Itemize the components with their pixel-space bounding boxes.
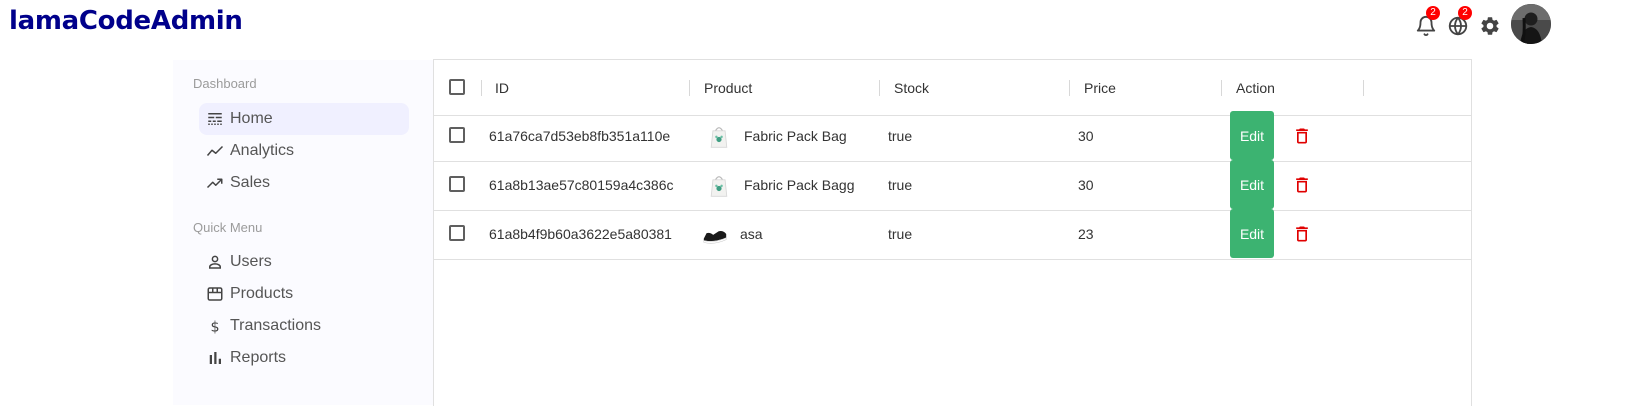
sidebar-item-sales[interactable]: Sales [199, 167, 409, 199]
edit-button[interactable]: Edit [1230, 209, 1274, 258]
row-id: 61a8b4f9b60a3622e5a80381 [489, 225, 672, 242]
sidebar-item-label: Transactions [230, 317, 321, 334]
column-header-action[interactable]: Action [1236, 60, 1275, 115]
dollar-icon: $ [206, 317, 224, 335]
row-id: 61a76ca7d53eb8fb351a110e [489, 127, 671, 144]
column-header-id[interactable]: ID [495, 60, 509, 115]
language-button[interactable]: 2 [1447, 6, 1472, 37]
column-separator[interactable] [1069, 80, 1070, 96]
timeline-icon [206, 142, 224, 160]
sidebar-item-analytics[interactable]: Analytics [199, 135, 409, 167]
row-stock: true [888, 127, 913, 144]
sidebar-item-label: Users [230, 253, 272, 270]
delete-icon[interactable] [1292, 174, 1312, 196]
avatar[interactable] [1511, 4, 1551, 44]
sidebar-item-label: Reports [230, 349, 287, 366]
row-stock: true [888, 225, 913, 242]
row-product: Fabric Pack Bag [704, 110, 847, 161]
sidebar-item-users[interactable]: Users [199, 246, 409, 278]
product-name: Fabric Pack Bagg [744, 176, 855, 193]
sidebar: Dashboard Home Analytics Sales Quick Men… [173, 60, 433, 405]
table-row[interactable]: 61a76ca7d53eb8fb351a110e Fabric Pack Bag… [434, 110, 1471, 162]
storefront-icon [206, 285, 224, 303]
column-separator[interactable] [689, 80, 690, 96]
column-header-product[interactable]: Product [704, 60, 752, 115]
trending-up-icon [206, 174, 224, 192]
notifications-badge: 2 [1426, 6, 1440, 20]
edit-button[interactable]: Edit [1230, 160, 1274, 209]
sidebar-item-home[interactable]: Home [199, 103, 409, 135]
column-separator[interactable] [1363, 80, 1364, 96]
language-badge: 2 [1458, 6, 1472, 20]
row-checkbox[interactable] [449, 225, 465, 241]
row-product: asa [700, 208, 763, 259]
grid-header: ID Product Stock Price Action [434, 60, 1471, 116]
product-bag-image [704, 121, 734, 151]
row-checkbox[interactable] [449, 176, 465, 192]
row-stock: true [888, 176, 913, 193]
sidebar-item-label: Products [230, 285, 294, 302]
bar-chart-icon [206, 349, 224, 367]
edit-button[interactable]: Edit [1230, 111, 1274, 160]
product-name: asa [740, 225, 763, 242]
sidebar-item-products[interactable]: Products [199, 278, 409, 310]
settings-button[interactable] [1479, 15, 1501, 37]
product-shoe-image [700, 219, 730, 249]
sidebar-section-title-dashboard: Dashboard [193, 76, 257, 91]
line-style-icon [206, 110, 224, 128]
product-bag-image [704, 170, 734, 200]
table-row[interactable]: 61a8b13ae57c80159a4c386c Fabric Pack Bag… [434, 159, 1471, 211]
sidebar-section-title-quick-menu: Quick Menu [193, 220, 263, 235]
app-logo[interactable]: lamaCodeAdmin [9, 6, 243, 36]
sidebar-item-transactions[interactable]: $ Transactions [199, 310, 409, 342]
column-header-stock[interactable]: Stock [894, 60, 929, 115]
sidebar-item-label: Analytics [230, 142, 295, 159]
person-outline-icon [206, 253, 224, 271]
sidebar-item-label: Sales [230, 174, 271, 191]
gear-icon [1479, 15, 1501, 37]
select-all-checkbox[interactable] [449, 79, 465, 95]
row-price: 23 [1078, 225, 1094, 242]
row-price: 30 [1078, 127, 1094, 144]
delete-icon[interactable] [1292, 223, 1312, 245]
table-row[interactable]: 61a8b4f9b60a3622e5a80381 asa true 23 Edi… [434, 208, 1471, 260]
product-name: Fabric Pack Bag [744, 127, 847, 144]
column-separator[interactable] [481, 80, 482, 96]
topbar: lamaCodeAdmin 2 2 [0, 0, 1652, 52]
row-product: Fabric Pack Bagg [704, 159, 855, 210]
column-header-price[interactable]: Price [1084, 60, 1116, 115]
product-data-grid: ID Product Stock Price Action 61a76ca7d5… [433, 59, 1472, 406]
row-id: 61a8b13ae57c80159a4c386c [489, 176, 674, 193]
row-checkbox[interactable] [449, 127, 465, 143]
delete-icon[interactable] [1292, 125, 1312, 147]
row-price: 30 [1078, 176, 1094, 193]
svg-text:$: $ [210, 319, 219, 335]
notifications-button[interactable]: 2 [1415, 6, 1440, 37]
sidebar-item-reports[interactable]: Reports [199, 342, 409, 374]
column-separator[interactable] [879, 80, 880, 96]
column-separator[interactable] [1221, 80, 1222, 96]
sidebar-item-label: Home [230, 110, 273, 127]
